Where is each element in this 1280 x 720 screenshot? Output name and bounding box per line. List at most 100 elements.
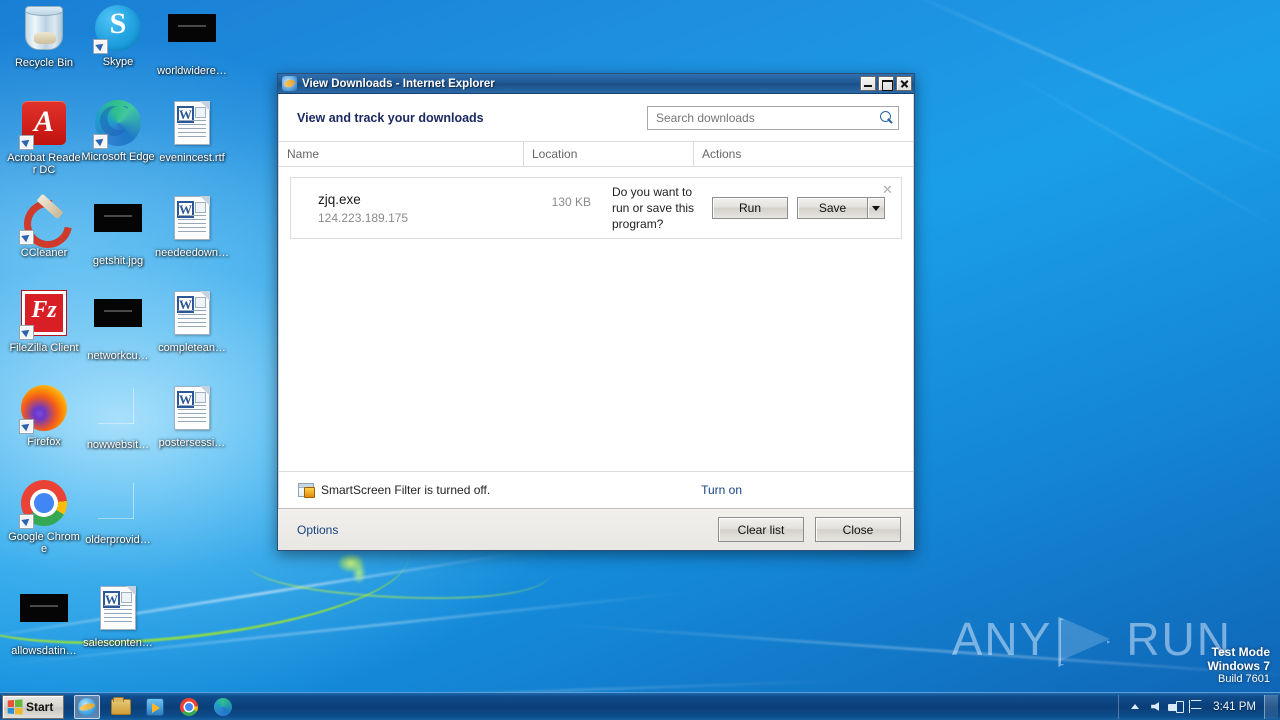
black-icon	[20, 594, 68, 642]
blank-icon	[94, 483, 142, 531]
desktop-icon[interactable]: Acrobat Reader DC	[6, 99, 82, 176]
desktop-icon-label: Microsoft Edge	[81, 151, 155, 163]
desktop-icon-label: Skype	[102, 56, 134, 68]
desktop-icon[interactable]: Wneedeedown…	[154, 194, 230, 259]
desktop-icon[interactable]: nowwebsit…	[80, 384, 156, 451]
page-title: View and track your downloads	[297, 110, 484, 125]
skype-icon	[93, 5, 142, 54]
filezilla-icon	[19, 291, 68, 340]
downloads-header: View and track your downloads	[279, 94, 913, 141]
desktop-icon[interactable]: Microsoft Edge	[80, 99, 156, 163]
taskbar[interactable]: Start 3:41 PM	[0, 692, 1280, 720]
clear-list-button[interactable]: Clear list	[718, 517, 804, 542]
black-icon	[94, 299, 142, 347]
options-link[interactable]: Options	[297, 523, 338, 537]
smartscreen-turn-on-link[interactable]: Turn on	[701, 483, 742, 497]
shortcut-arrow-icon	[19, 135, 34, 150]
desktop-icon-label: CCleaner	[20, 247, 68, 259]
wallpaper-streak	[897, 0, 1280, 165]
show-hidden-icons-icon[interactable]	[1125, 697, 1145, 717]
desktop-icon-label: nowwebsit…	[86, 439, 150, 451]
desktop-icon-label: needeedown…	[154, 247, 229, 259]
desktop-icon[interactable]: networkcu…	[80, 289, 156, 362]
firefox-icon	[19, 385, 68, 434]
windows-explorer-icon[interactable]	[108, 695, 134, 719]
search-input[interactable]	[654, 109, 878, 126]
close-dialog-button[interactable]: Close	[815, 517, 901, 542]
column-header-name[interactable]: Name	[279, 142, 524, 166]
shortcut-arrow-icon	[19, 419, 34, 434]
smartscreen-status-text: SmartScreen Filter is turned off.	[321, 483, 491, 497]
doc-icon: W	[168, 291, 216, 339]
shortcut-arrow-icon	[19, 514, 34, 529]
downloads-list: zjq.exe 124.223.189.175 130 KB Do you wa…	[279, 167, 913, 471]
desktop-icon-grid: Recycle Bin Skype worldwidere… Acrobat Read…	[0, 0, 260, 690]
black-icon	[168, 14, 216, 62]
desktop-icon[interactable]: CCleaner	[6, 194, 82, 259]
desktop-icon[interactable]: allowsdatin…	[6, 584, 82, 657]
desktop-icon[interactable]: Skype	[80, 4, 156, 68]
dismiss-download-close-icon[interactable]: ✕	[881, 183, 894, 196]
taskbar-clock[interactable]: 3:41 PM	[1205, 701, 1262, 713]
downloads-column-headers: Name Location Actions	[279, 141, 913, 167]
desktop-icon[interactable]: Wsalesconten…	[80, 584, 156, 649]
download-name-column: zjq.exe 124.223.189.175	[291, 192, 525, 225]
google-chrome-icon[interactable]	[176, 695, 202, 719]
desktop-icon-label: getshit.jpg	[92, 255, 144, 267]
volume-icon[interactable]	[1145, 697, 1165, 717]
desktop-icon-label: olderprovid…	[85, 534, 151, 546]
save-button[interactable]: Save	[797, 197, 867, 219]
chevron-down-icon[interactable]	[867, 197, 885, 219]
play-triangle-icon	[1058, 617, 1120, 661]
window-titlebar[interactable]: View Downloads - Internet Explorer	[278, 74, 914, 94]
desktop-icon-label: allowsdatin…	[11, 645, 77, 657]
view-downloads-window[interactable]: View Downloads - Internet Explorer View …	[277, 73, 915, 551]
doc-icon: W	[168, 386, 216, 434]
start-button[interactable]: Start	[2, 694, 64, 719]
internet-explorer-icon[interactable]	[74, 694, 100, 719]
media-player-icon-glyph	[146, 697, 164, 716]
desktop-icon-label: Recycle Bin	[14, 57, 74, 69]
smartscreen-shield-icon	[298, 483, 315, 498]
desktop-icon[interactable]: worldwidere…	[154, 4, 230, 77]
search-downloads-box[interactable]	[647, 105, 899, 130]
microsoft-edge-icon[interactable]	[210, 695, 236, 719]
show-desktop-button[interactable]	[1264, 694, 1278, 719]
network-icon[interactable]	[1165, 697, 1185, 717]
black-icon	[94, 204, 142, 252]
desktop-icon-label: evenincest.rtf	[159, 152, 225, 164]
desktop-icon[interactable]: olderprovid…	[80, 479, 156, 546]
desktop-icon-label: Acrobat Reader DC	[7, 152, 81, 176]
column-header-actions[interactable]: Actions	[694, 142, 913, 166]
desktop-icon[interactable]: FileZilla Client	[6, 289, 82, 354]
desktop-icon-label: networkcu…	[87, 350, 149, 362]
desktop-icon[interactable]: Firefox	[6, 384, 82, 448]
desktop-icon[interactable]: Wpostersessi…	[154, 384, 230, 449]
desktop-icon-label: Google Chrome	[8, 531, 80, 555]
action-center-flag-icon[interactable]	[1185, 697, 1205, 717]
desktop-icon-label: FileZilla Client	[9, 342, 79, 354]
desktop-icon[interactable]: getshit.jpg	[80, 194, 156, 267]
acrobat-icon	[19, 101, 68, 150]
column-header-location[interactable]: Location	[524, 142, 694, 166]
close-button[interactable]	[896, 76, 912, 91]
desktop-icon[interactable]: Wcompletean…	[154, 289, 230, 354]
watermark-text-left: ANY	[951, 613, 1053, 665]
window-controls	[860, 76, 912, 91]
maximize-button[interactable]	[878, 76, 894, 91]
desktop-icon[interactable]: Recycle Bin	[6, 4, 82, 69]
minimize-button[interactable]	[860, 76, 876, 91]
desktop-icon[interactable]: Wevenincest.rtf	[154, 99, 230, 164]
windows-flag-icon	[7, 698, 23, 715]
media-player-icon[interactable]	[142, 695, 168, 719]
test-mode-label: Test Mode	[1211, 645, 1270, 659]
search-icon[interactable]	[878, 110, 894, 126]
windows-explorer-icon-glyph	[111, 696, 131, 715]
edge-icon	[93, 100, 142, 149]
desktop-icon[interactable]: Google Chrome	[6, 479, 82, 555]
desktop[interactable]: Recycle Bin Skype worldwidere… Acrobat Read…	[0, 0, 1280, 720]
doc-icon: W	[94, 586, 142, 634]
window-title: View Downloads - Internet Explorer	[302, 77, 495, 90]
download-item[interactable]: zjq.exe 124.223.189.175 130 KB Do you wa…	[290, 177, 902, 239]
run-button[interactable]: Run	[712, 197, 788, 219]
